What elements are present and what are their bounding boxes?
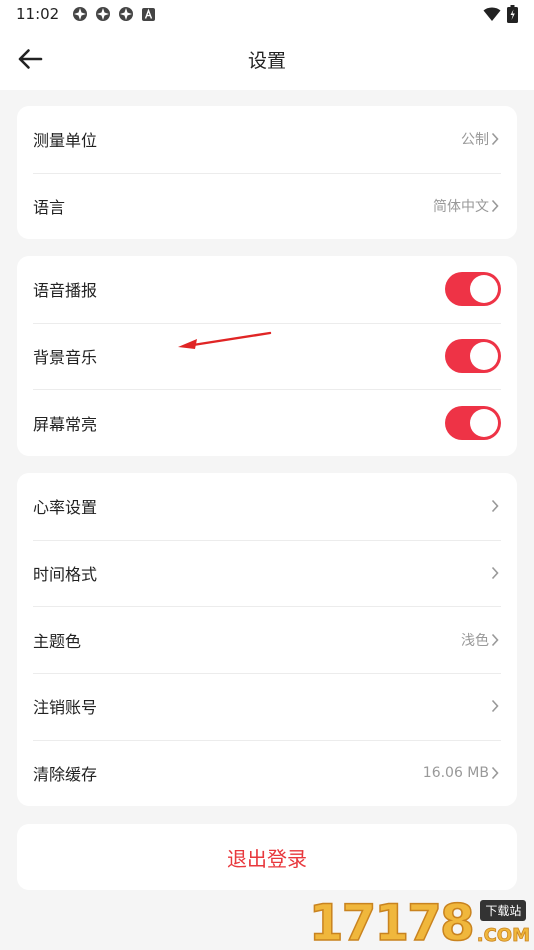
- toggle-knob: [470, 275, 498, 304]
- watermark-number: 17178: [308, 894, 475, 950]
- row-measurement-unit[interactable]: 测量单位 公制: [17, 106, 517, 173]
- arrow-left-icon: [18, 49, 43, 69]
- background-music-toggle[interactable]: [445, 339, 501, 374]
- status-system-icons: [483, 5, 518, 27]
- voice-broadcast-toggle[interactable]: [445, 272, 501, 307]
- status-bar: 11:02: [0, 0, 534, 28]
- misc-card: 心率设置 时间格式 主题色 浅色 注销账号 清除缓存 16.06 MB: [17, 473, 517, 807]
- page-title: 设置: [247, 49, 286, 72]
- app-bar: 设置: [0, 28, 534, 90]
- row-heart-rate-settings[interactable]: 心率设置: [17, 473, 517, 540]
- annotation-arrow-icon: [178, 331, 272, 349]
- row-time-format[interactable]: 时间格式: [17, 539, 517, 607]
- chevron-right-icon: [491, 698, 501, 714]
- row-delete-account[interactable]: 注销账号: [17, 673, 517, 740]
- chevron-right-icon: [491, 498, 501, 514]
- row-label: 语言: [33, 198, 66, 218]
- back-button[interactable]: [14, 43, 46, 75]
- row-label: 语音播报: [33, 281, 98, 301]
- logout-button[interactable]: 退出登录: [17, 824, 517, 890]
- toggle-knob: [470, 408, 498, 437]
- chevron-right-icon: [491, 632, 501, 648]
- watermark-tag: 下载站: [480, 900, 527, 921]
- row-label: 清除缓存: [33, 765, 98, 785]
- notification-icon: [117, 6, 134, 23]
- chevron-right-icon: [491, 131, 501, 147]
- a-badge-icon: [140, 6, 157, 23]
- battery-icon: [507, 5, 518, 27]
- notification-icon: [94, 6, 111, 23]
- row-screen-always-on: 屏幕常亮: [17, 389, 517, 456]
- row-value: 16.06 MB: [422, 765, 489, 782]
- row-label: 主题色: [33, 631, 82, 651]
- chevron-right-icon: [491, 765, 501, 781]
- row-voice-broadcast: 语音播报: [17, 256, 517, 323]
- row-clear-cache[interactable]: 清除缓存 16.06 MB: [17, 739, 517, 807]
- row-language[interactable]: 语言 简体中文: [17, 172, 517, 240]
- row-value: 浅色: [461, 632, 489, 649]
- toggle-knob: [470, 342, 498, 371]
- status-time: 11:02: [16, 5, 60, 23]
- wifi-icon: [483, 6, 501, 26]
- row-label: 测量单位: [33, 131, 98, 151]
- row-label: 时间格式: [33, 565, 98, 585]
- notification-icon: [71, 6, 88, 23]
- row-theme-color[interactable]: 主题色 浅色: [17, 606, 517, 673]
- logout-label: 退出登录: [227, 846, 307, 871]
- units-card: 测量单位 公制 语言 简体中文: [17, 106, 517, 240]
- watermark-logo: 17178 下载站 .COM: [308, 894, 530, 950]
- chevron-right-icon: [491, 198, 501, 214]
- row-label: 注销账号: [33, 698, 98, 718]
- row-value: 简体中文: [433, 199, 489, 216]
- status-notification-icons: [71, 6, 157, 23]
- row-label: 心率设置: [33, 498, 98, 518]
- chevron-right-icon: [491, 565, 501, 581]
- row-label: 屏幕常亮: [33, 414, 98, 434]
- screen-always-on-toggle[interactable]: [445, 405, 501, 440]
- toggles-card: 语音播报 背景音乐 屏幕常亮: [17, 256, 517, 457]
- watermark-side: 下载站 .COM: [476, 900, 530, 947]
- row-value: 公制: [461, 132, 489, 149]
- watermark-domain: .COM: [476, 925, 530, 947]
